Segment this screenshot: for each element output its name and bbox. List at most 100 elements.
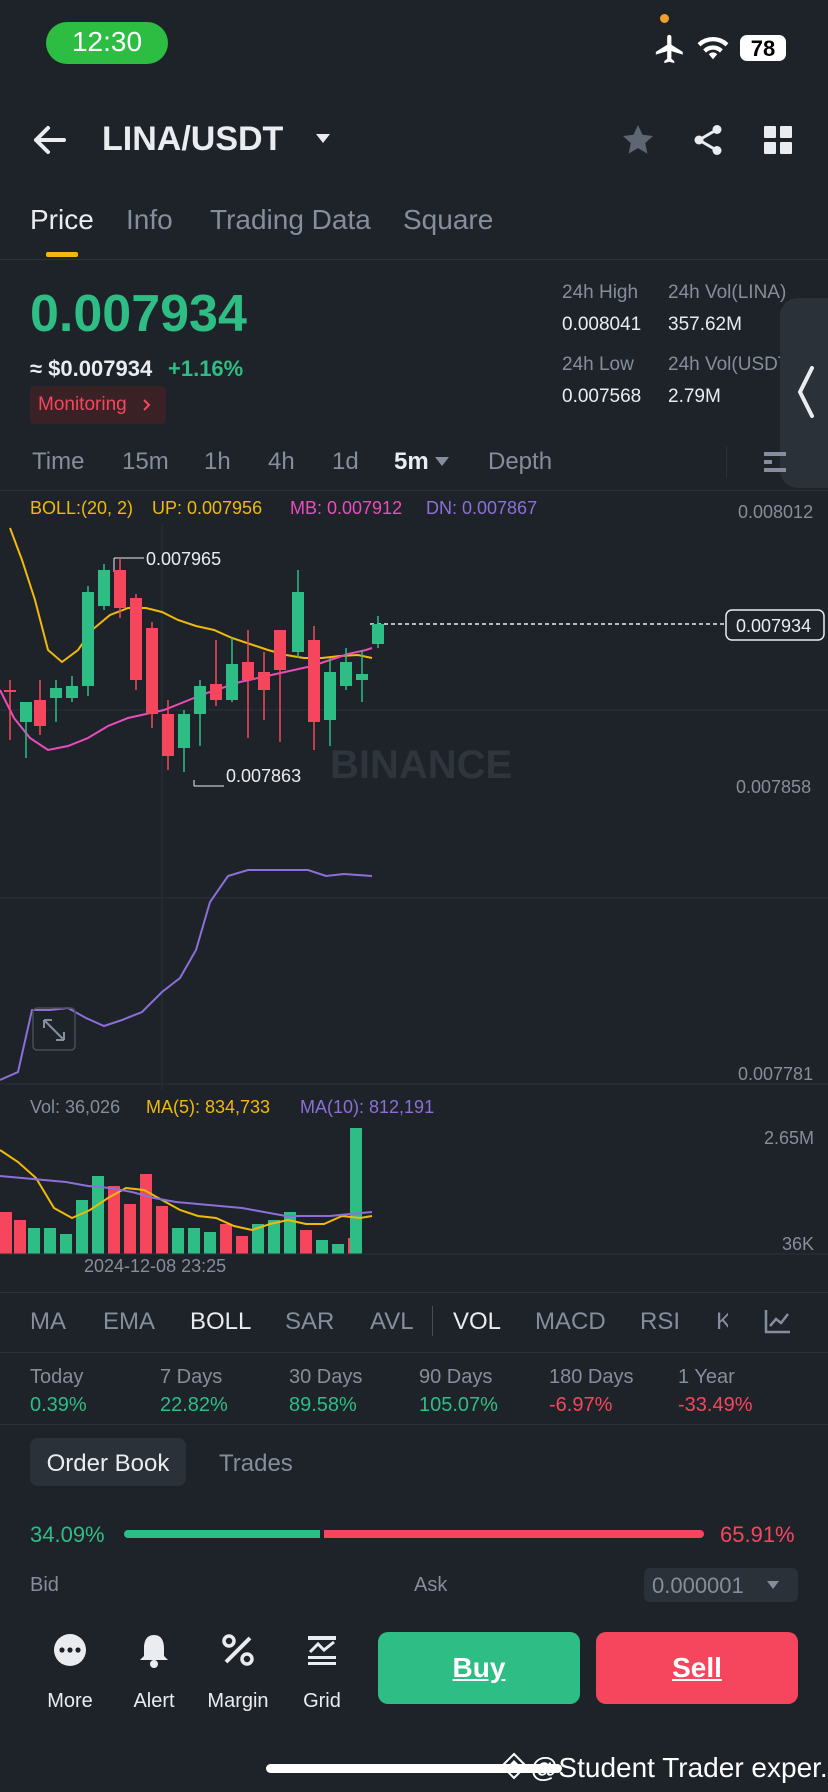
perf-180d-label: 180 Days (549, 1366, 634, 1388)
ind-k[interactable]: K (716, 1308, 728, 1336)
volume-bar (0, 1212, 12, 1254)
chart-settings-icon[interactable] (762, 448, 786, 476)
volume-bar (156, 1206, 168, 1254)
tf-5m[interactable]: 5m (394, 448, 429, 476)
margin-label[interactable]: Margin (198, 1690, 278, 1713)
perf-1y-value: -33.49% (678, 1394, 753, 1416)
ind-macd[interactable]: MACD (535, 1308, 606, 1336)
perf-90d-label: 90 Days (419, 1366, 493, 1388)
candlestick-chart[interactable]: BINANCE 0.007965 0.007863 0.008012 0.007… (0, 490, 828, 1090)
candle-body (130, 598, 142, 680)
ind-separator (432, 1306, 433, 1336)
grid-label[interactable]: Grid (282, 1690, 362, 1713)
perf-divider (0, 1424, 828, 1425)
volume-bar (172, 1228, 184, 1254)
ind-ema[interactable]: EMA (103, 1308, 155, 1336)
tabs-divider (0, 259, 828, 260)
ind-sar[interactable]: SAR (285, 1308, 334, 1336)
buy-label: Buy (452, 1652, 506, 1683)
sell-label: Sell (672, 1652, 722, 1683)
back-arrow-icon[interactable] (32, 124, 68, 156)
privacy-dot (660, 14, 669, 23)
grid-icon[interactable] (762, 124, 794, 156)
battery-level: 78 (750, 36, 776, 61)
alert-label[interactable]: Alert (114, 1690, 194, 1713)
tab-trades[interactable]: Trades (219, 1450, 293, 1478)
tf-dropdown-icon[interactable] (434, 456, 450, 468)
candle-body (146, 628, 158, 714)
tf-time[interactable]: Time (32, 448, 84, 476)
last-price: 0.007934 (30, 285, 247, 343)
volume-bar (44, 1228, 56, 1254)
tab-info[interactable]: Info (126, 204, 173, 236)
tab-trading-data[interactable]: Trading Data (210, 204, 371, 236)
stat-low-label: 24h Low (562, 354, 634, 375)
price-change: +1.16% (168, 356, 244, 381)
wifi-icon (697, 36, 729, 60)
ind-rsi[interactable]: RSI (640, 1308, 680, 1336)
candle-body (66, 686, 78, 698)
share-icon[interactable] (690, 122, 726, 158)
axis-mid: 0.007858 (736, 777, 811, 797)
tf-1h[interactable]: 1h (204, 448, 231, 476)
more-icon[interactable] (50, 1630, 90, 1670)
ind-vol[interactable]: VOL (453, 1308, 501, 1336)
candle-body (114, 570, 126, 608)
ask-ratio-fill (323, 1530, 704, 1538)
tf-depth[interactable]: Depth (488, 448, 552, 476)
ind-boll[interactable]: BOLL (190, 1308, 251, 1336)
candle-body (4, 690, 16, 692)
perf-7d-label: 7 Days (160, 1366, 223, 1388)
alert-bell-icon[interactable] (134, 1630, 174, 1670)
favorite-star-icon[interactable] (620, 122, 656, 158)
airplane-icon (655, 34, 683, 64)
perf-today-label: Today (30, 1366, 84, 1388)
tf-1d[interactable]: 1d (332, 448, 359, 476)
tf-15m[interactable]: 15m (122, 448, 169, 476)
chart-high-mark: 0.007965 (146, 549, 221, 569)
ind-avl[interactable]: AVL (370, 1308, 414, 1336)
indicator-settings-icon[interactable] (764, 1308, 792, 1334)
candle-body (324, 672, 336, 720)
stat-vol-usdt-value: 2.79M (668, 386, 721, 407)
precision-value: 0.000001 (652, 1573, 744, 1598)
volume-bar (124, 1204, 136, 1254)
tf-separator (726, 446, 727, 478)
axis-bottom: 0.007781 (738, 1064, 813, 1084)
tf-4h[interactable]: 4h (268, 448, 295, 476)
pair-dropdown-icon[interactable] (314, 132, 332, 146)
candle-body (98, 570, 110, 606)
volume-bar (300, 1230, 312, 1254)
vol-ma10: MA(10): 812,191 (300, 1097, 435, 1117)
watermark-text: @Student Trader exper... (530, 1752, 828, 1783)
candle-body (242, 662, 254, 680)
bid-ratio-fill (124, 1530, 320, 1538)
ind-ma[interactable]: MA (30, 1308, 66, 1336)
volume-bar (140, 1174, 152, 1254)
chart-low-mark: 0.007863 (226, 766, 301, 786)
ind-bottom-divider (0, 1352, 828, 1353)
candle-body (210, 684, 222, 700)
volume-bar (350, 1128, 362, 1254)
crosshair-time: 2024-12-08 23:25 (84, 1256, 226, 1276)
more-label[interactable]: More (30, 1690, 110, 1713)
candle-body (274, 630, 286, 670)
indicator-divider (0, 1292, 828, 1293)
grid-trading-icon[interactable] (302, 1630, 342, 1670)
stat-vol-usdt-label: 24h Vol(USDT) (668, 354, 780, 375)
perf-1y-label: 1 Year (678, 1366, 735, 1388)
volume-bar (332, 1244, 344, 1254)
candle-body (20, 702, 32, 722)
pair-title[interactable]: LINA/USDT (102, 120, 283, 159)
volume-bar (14, 1220, 26, 1254)
perf-30d-value: 89.58% (289, 1394, 357, 1416)
bid-ask-ratio-bar (124, 1530, 704, 1538)
volume-chart[interactable]: 2.65M 36K 2024-12-08 23:25 (0, 1120, 828, 1280)
candle-body (226, 664, 238, 700)
tab-square[interactable]: Square (403, 204, 493, 236)
axis-top: 0.008012 (738, 502, 813, 522)
margin-icon[interactable] (218, 1630, 258, 1670)
tab-price[interactable]: Price (30, 204, 94, 236)
monitoring-label: Monitoring (38, 394, 127, 415)
chevron-left-icon (797, 366, 814, 418)
